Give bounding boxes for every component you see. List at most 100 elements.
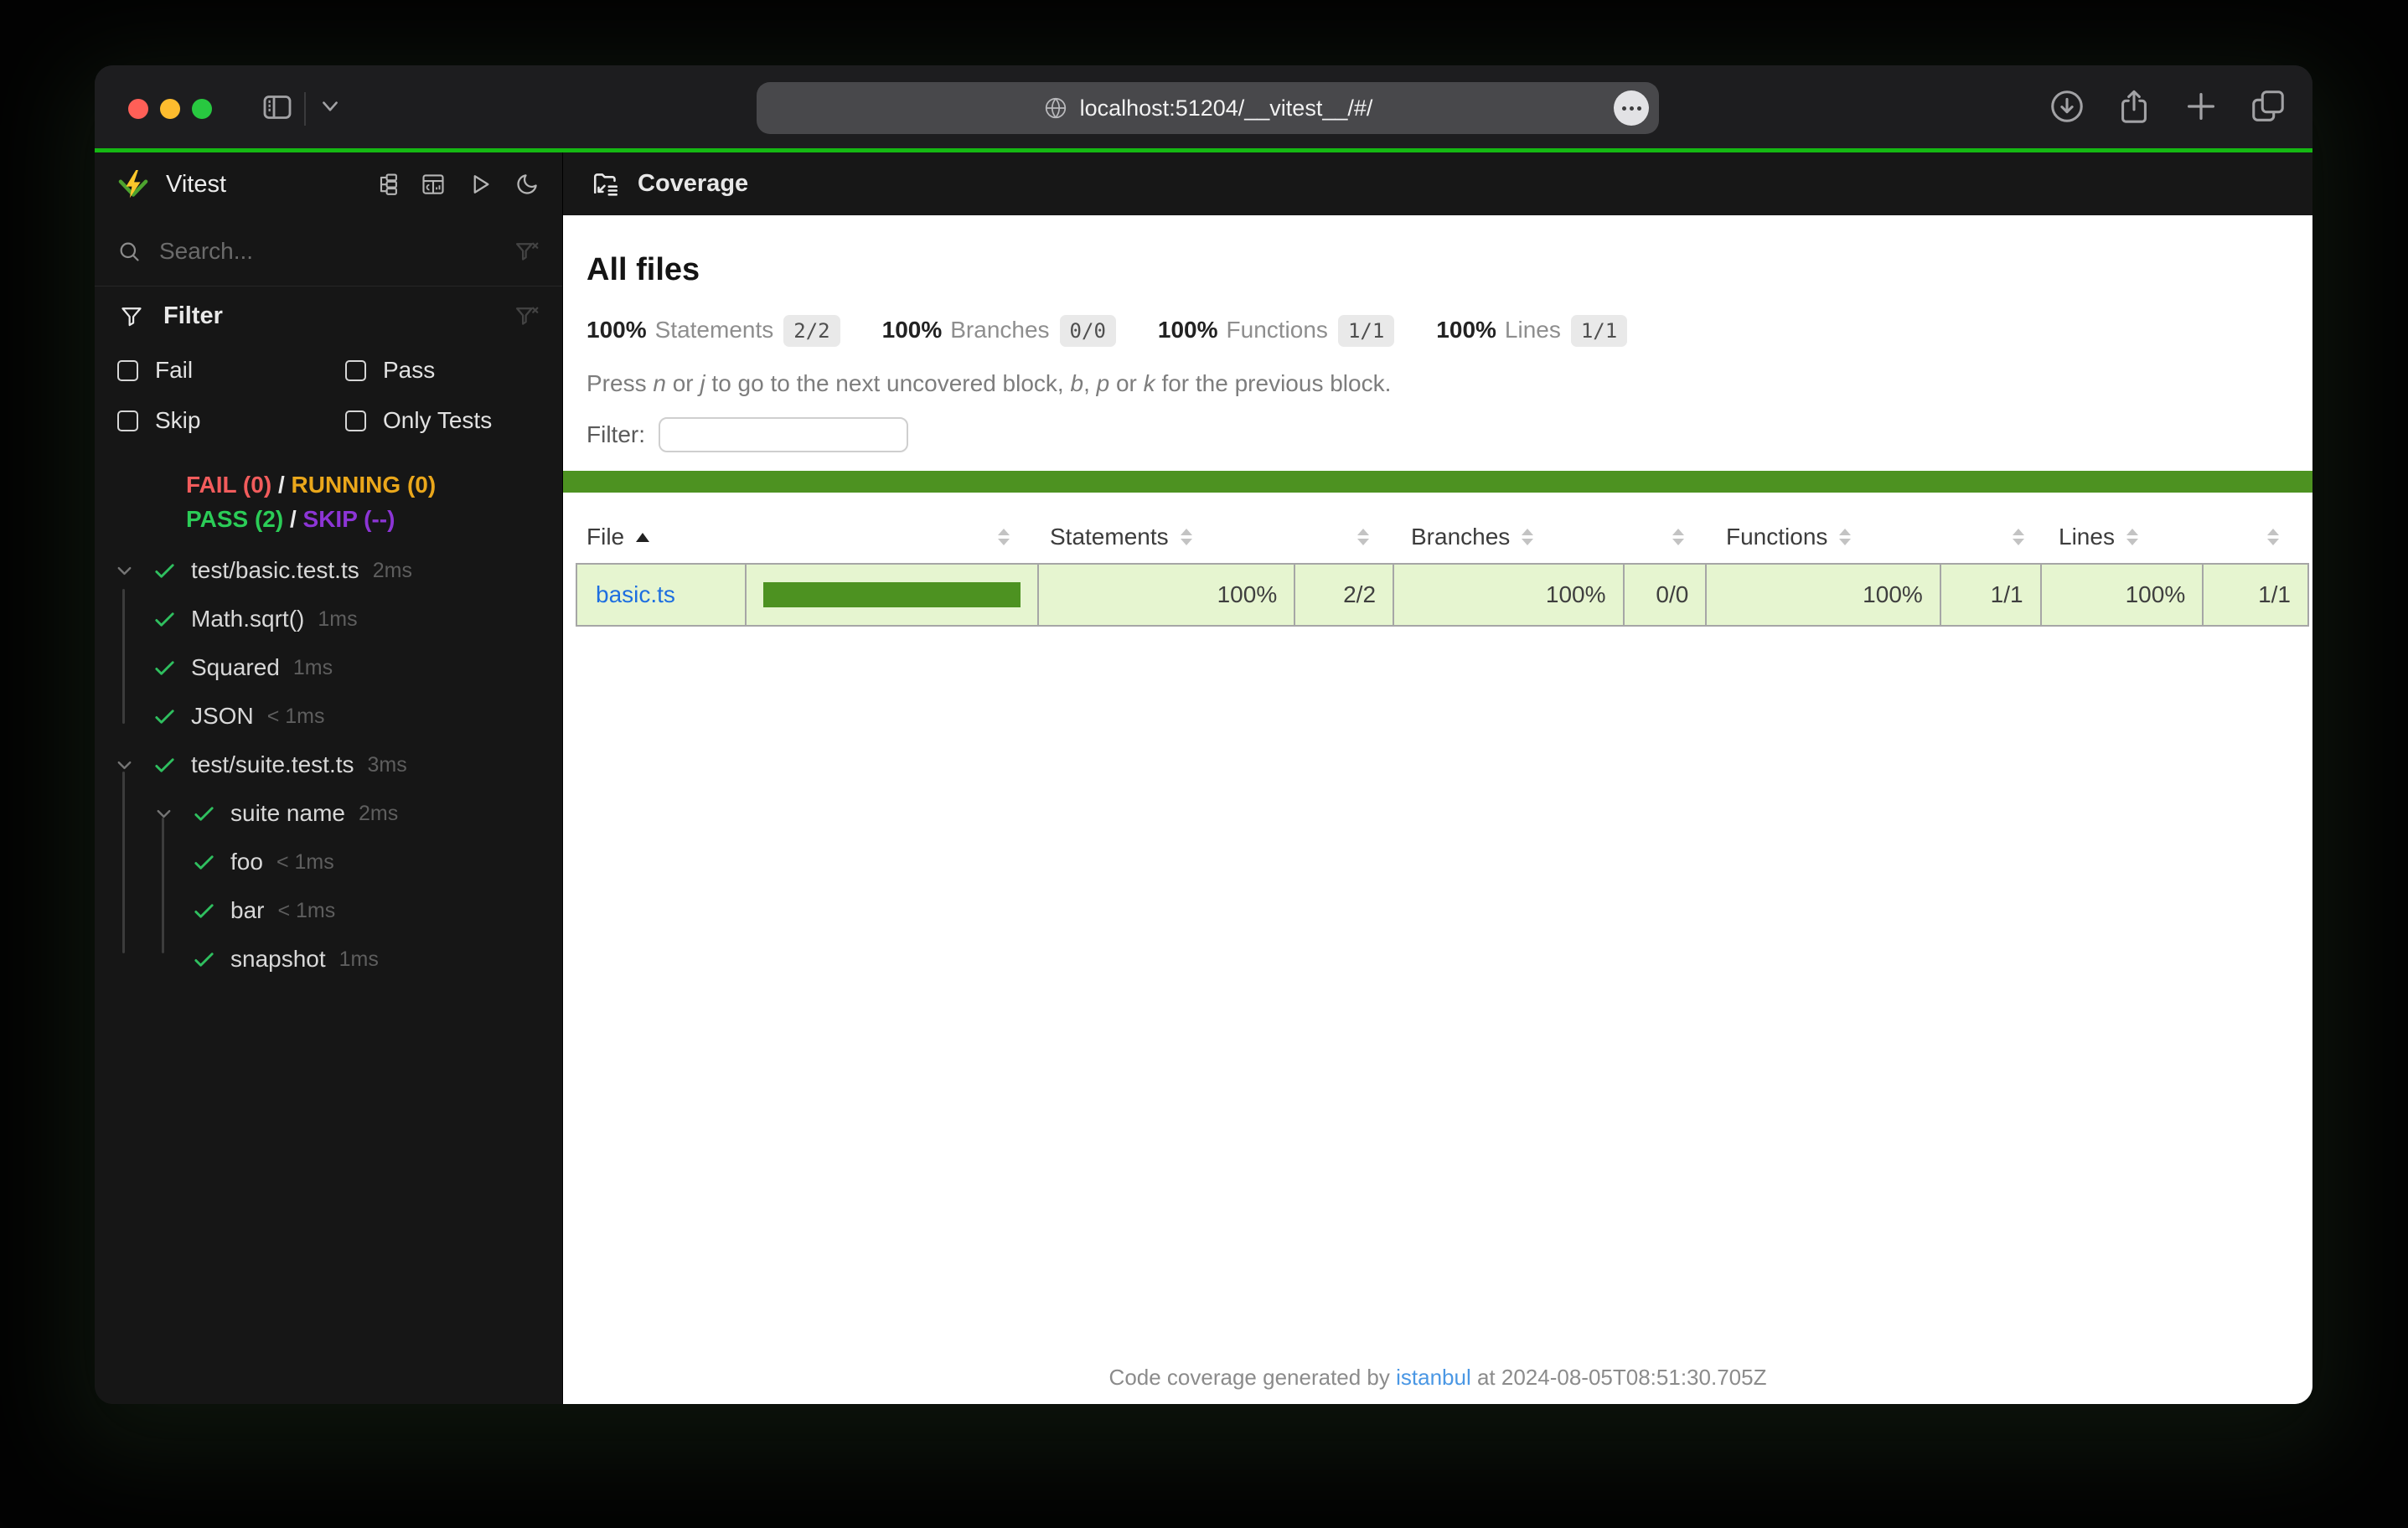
column-header-lines[interactable]: Lines [2043, 511, 2309, 563]
chevron-down-icon[interactable] [152, 803, 192, 825]
metric-percent: 100% [1436, 317, 1496, 343]
istanbul-link[interactable]: istanbul [1396, 1365, 1471, 1390]
column-header-functions[interactable]: Functions [1708, 511, 2043, 563]
tree-item-test-basic-test-ts[interactable]: test/basic.test.ts 2ms [95, 546, 562, 595]
metric-ratio-badge: 2/2 [783, 315, 840, 347]
metric-statements: 100% Statements 2/2 [586, 315, 840, 347]
toolbar-actions [2048, 87, 2287, 126]
tree-view-icon[interactable] [374, 172, 399, 197]
minimize-window-button[interactable] [160, 99, 180, 119]
sorter-icon[interactable] [998, 529, 1010, 545]
chevron-down-icon[interactable] [113, 560, 152, 582]
coverage-content: All files 100% Statements 2/2 100% Branches 0… [563, 215, 2312, 1404]
checkbox-label: Pass [383, 357, 436, 383]
page-menu-button[interactable] [1614, 90, 1649, 126]
hint-key: b [1070, 370, 1084, 396]
hint-text: , [1083, 370, 1097, 396]
tree-item-duration: 1ms [338, 947, 379, 971]
statements-ratio-cell: 2/2 [1295, 565, 1395, 625]
checkbox-icon[interactable] [117, 359, 138, 381]
desktop-background: localhost:51204/__vitest__/#/ Vitest Sea… [0, 0, 2408, 1528]
tree-item-snapshot[interactable]: snapshot 1ms [95, 935, 562, 983]
lines-percent-cell: 100% [2042, 565, 2204, 625]
app-title: Vitest [166, 170, 227, 198]
sorter-icon[interactable] [1522, 529, 1534, 545]
filter-checkbox-only-tests[interactable]: Only Tests [345, 395, 562, 446]
column-header-file[interactable]: File [576, 511, 1038, 563]
downloads-icon[interactable] [2048, 87, 2086, 126]
coverage-bar [762, 582, 1021, 607]
metric-label: Lines [1504, 317, 1561, 343]
coverage-table-row: basic.ts 100% 2/2 100% 0/0 100% 1/1 100% 1/1 [576, 563, 2309, 627]
sorter-icon[interactable] [1357, 529, 1369, 545]
metric-percent: 100% [586, 317, 647, 343]
hint-text: Press [586, 370, 654, 396]
tree-item-foo[interactable]: foo < 1ms [95, 838, 562, 886]
hint-text: to go to the next uncovered block, [705, 370, 1071, 396]
url-text: localhost:51204/__vitest__/#/ [1079, 95, 1373, 121]
sidebar-header-actions [374, 172, 540, 197]
sorter-icon[interactable] [1180, 529, 1192, 545]
coverage-filter-input[interactable] [659, 417, 908, 452]
tree-item-bar[interactable]: bar < 1ms [95, 886, 562, 935]
tree-item-label: snapshot [230, 946, 326, 972]
clear-search-filter-icon[interactable] [514, 239, 540, 264]
sidebar-toggle-icon[interactable] [258, 90, 297, 124]
column-header-statements[interactable]: Statements [1038, 511, 1394, 563]
hint-text: for the previous block. [1155, 370, 1392, 396]
tree-item-label: JSON [191, 703, 254, 729]
browser-window: localhost:51204/__vitest__/#/ Vitest Sea… [95, 65, 2312, 1404]
tab-overview-icon[interactable] [2249, 87, 2287, 126]
sorter-icon[interactable] [2267, 529, 2279, 545]
tree-item-math-sqrt[interactable]: Math.sqrt() 1ms [95, 595, 562, 643]
column-header-branches[interactable]: Branches [1394, 511, 1708, 563]
coverage-table: File Statements Branches Functions Lines bas… [576, 511, 2309, 627]
run-status-summary: FAIL (0) / RUNNING (0) PASS (2) / SKIP (… [95, 467, 562, 536]
dashboard-icon[interactable] [421, 172, 446, 197]
metric-functions: 100% Functions 1/1 [1157, 315, 1395, 347]
sorter-icon[interactable] [2013, 529, 2024, 545]
check-icon [152, 559, 177, 583]
coverage-metrics: 100% Statements 2/2 100% Branches 0/0 100% Func… [586, 315, 2312, 347]
run-all-icon[interactable] [468, 172, 493, 197]
coverage-panel: Coverage All files 100% Statements 2/2 100%… [563, 152, 2312, 1404]
sorter-icon[interactable] [1672, 529, 1684, 545]
tree-item-json[interactable]: JSON < 1ms [95, 692, 562, 741]
tree-item-squared[interactable]: Squared 1ms [95, 643, 562, 692]
filter-checkbox-skip[interactable]: Skip [117, 395, 345, 446]
address-bar[interactable]: localhost:51204/__vitest__/#/ [757, 82, 1659, 134]
filter-icon [120, 304, 143, 328]
metric-lines: 100% Lines 1/1 [1436, 315, 1628, 347]
tab-chevron-icon[interactable] [319, 99, 341, 116]
checkbox-icon[interactable] [117, 410, 138, 431]
coverage-table-header: File Statements Branches Functions Lines [576, 511, 2309, 563]
tree-item-suite-name[interactable]: suite name 2ms [95, 789, 562, 838]
check-icon [192, 850, 216, 875]
status-separator: / [289, 506, 303, 532]
filter-section-header: Filter [95, 286, 562, 345]
dark-mode-icon[interactable] [514, 172, 540, 197]
search-bar [95, 216, 562, 286]
tree-indent-guide [122, 772, 125, 953]
close-window-button[interactable] [128, 99, 148, 119]
filter-checkbox-fail[interactable]: Fail [117, 345, 345, 395]
pass-count: PASS (2) [186, 506, 284, 532]
new-tab-icon[interactable] [2182, 87, 2220, 126]
clear-filter-icon[interactable] [514, 303, 540, 328]
checkbox-icon[interactable] [345, 410, 366, 431]
hint-text: or [665, 370, 700, 396]
lines-ratio-cell: 1/1 [2258, 581, 2292, 607]
checkbox-icon[interactable] [345, 359, 366, 381]
zoom-window-button[interactable] [192, 99, 212, 119]
filter-checkbox-pass[interactable]: Pass [345, 345, 562, 395]
sorter-icon[interactable] [2126, 529, 2138, 545]
metric-percent: 100% [1157, 317, 1218, 343]
sorter-icon[interactable] [1839, 529, 1852, 545]
tree-item-test-suite-test-ts[interactable]: test/suite.test.ts 3ms [95, 741, 562, 789]
keyboard-hint: Press n or j to go to the next uncovered… [586, 370, 2312, 397]
sort-asc-icon [636, 532, 650, 542]
file-link[interactable]: basic.ts [577, 581, 675, 608]
share-icon[interactable] [2115, 87, 2153, 126]
chevron-down-icon[interactable] [113, 754, 152, 777]
search-input[interactable] [159, 237, 514, 265]
